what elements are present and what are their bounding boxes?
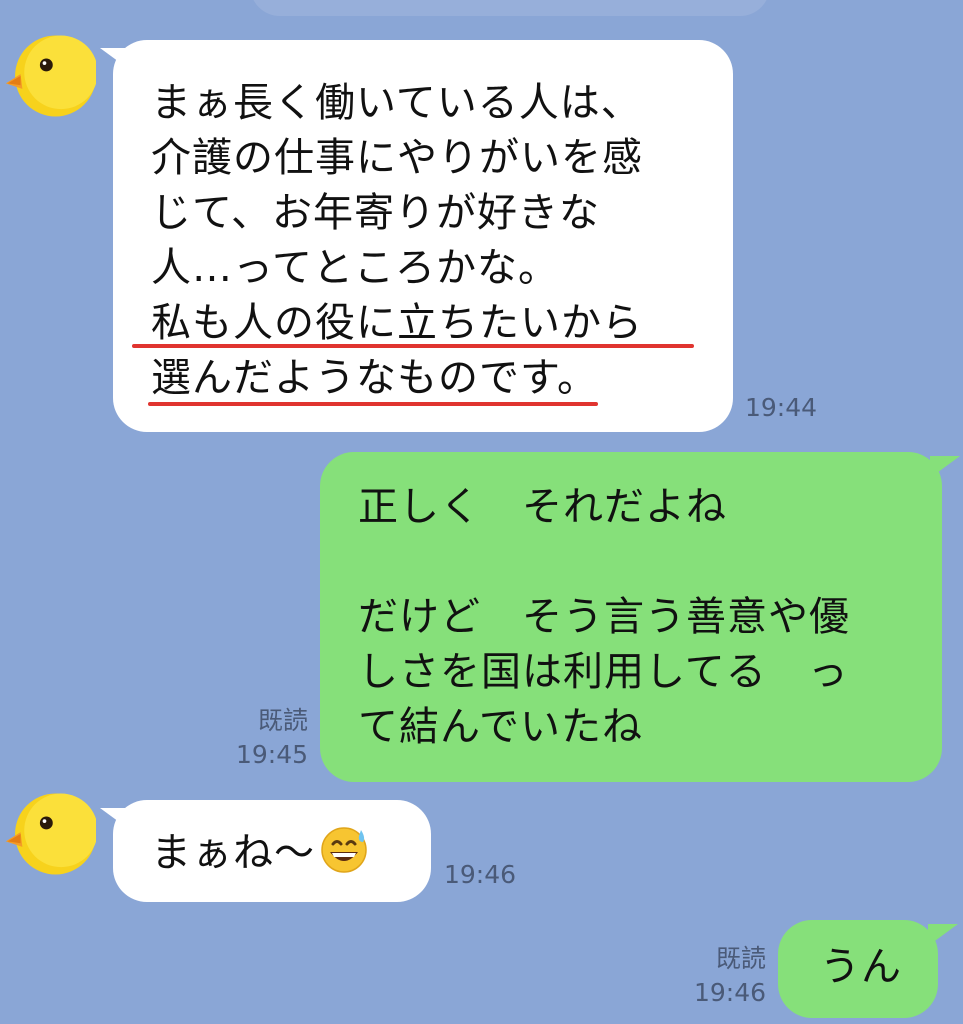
message-timestamp: 19:46	[693, 978, 766, 1007]
message-bubble-outgoing[interactable]: 正しく それだよね だけど そう言う善意や優 しさを国は利用してる っ て結んで…	[320, 452, 942, 782]
message-bubble-outgoing[interactable]: うん	[778, 920, 938, 1018]
bubble-tail	[928, 924, 958, 946]
previous-message-edge	[250, 0, 770, 16]
message-bubble-incoming[interactable]: まぁ長く働いている人は、 介護の仕事にやりがいを感 じて、お年寄りが好きな 人……	[113, 40, 733, 432]
message-line: 人…ってところかな。	[151, 245, 559, 291]
message-line: 正しく それだよね	[358, 484, 727, 530]
chick-avatar-icon[interactable]	[4, 30, 96, 122]
message-line	[358, 535, 932, 590]
red-underline	[148, 402, 598, 406]
message-timestamp: 19:45	[235, 740, 308, 769]
read-receipt: 既読	[715, 944, 766, 973]
chick-avatar-icon[interactable]	[4, 788, 96, 880]
bubble-tail	[930, 456, 960, 478]
message-line: 介護の仕事にやりがいを感	[151, 135, 643, 181]
message-text: まぁね〜	[151, 830, 315, 876]
message-line: て結んでいたね	[358, 704, 643, 750]
message-bubble-incoming[interactable]: まぁね〜	[113, 800, 431, 902]
grinning-face-with-sweat-icon	[321, 827, 367, 873]
red-underline	[132, 344, 694, 348]
message-line: しさを国は利用してる っ	[358, 649, 849, 695]
message-line: まぁ長く働いている人は、	[151, 80, 642, 126]
message-text: うん	[820, 944, 902, 990]
message-timestamp: 19:44	[745, 393, 818, 422]
message-line: だけど そう言う善意や優	[358, 594, 850, 640]
message-line: 私も人の役に立ちたいから	[151, 300, 643, 346]
message-line: じて、お年寄りが好きな	[151, 190, 600, 236]
message-timestamp: 19:46	[444, 860, 517, 889]
message-line: 選んだようなものです。	[151, 355, 598, 401]
read-receipt: 既読	[257, 706, 308, 735]
